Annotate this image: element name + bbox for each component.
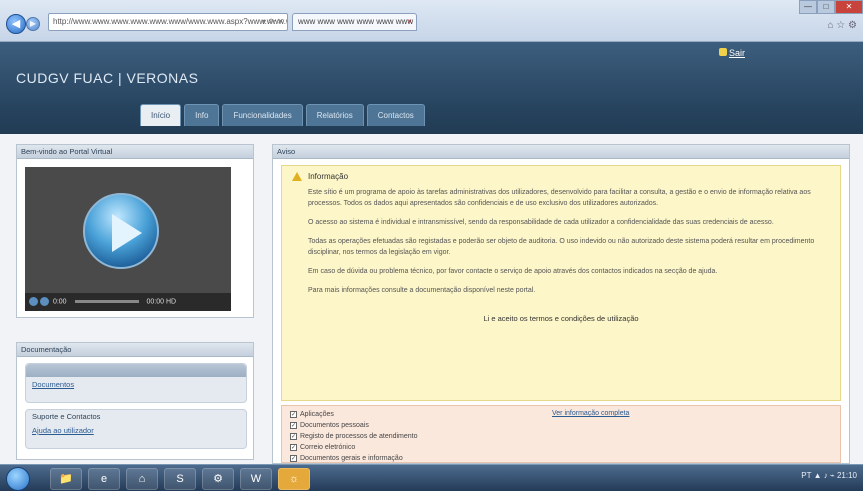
tab-close-icon[interactable]: × (407, 17, 412, 26)
video-player[interactable]: 0:00 00:00 HD (25, 167, 231, 311)
notice-panel: Aviso Informação Este sítio é um program… (272, 144, 850, 464)
notice-paragraph: Para mais informações consulte a documen… (308, 287, 536, 295)
taskbar-ie-icon[interactable]: e (88, 468, 120, 490)
option-label: Registo de processos de atendimento (300, 433, 418, 440)
tab-title: www www www www www www (298, 17, 414, 26)
taskbar-app-icon[interactable]: ⌂ (126, 468, 158, 490)
option-item[interactable]: ✓ Documentos pessoais (290, 420, 832, 431)
warning-icon (292, 172, 302, 182)
option-item[interactable]: ✓ Documentos gerais e informação (290, 453, 832, 464)
docs-group-header (26, 364, 246, 377)
pause-icon[interactable] (29, 297, 38, 306)
docs-group: Documentos (25, 363, 247, 403)
address-text: http://www.www.www.www.www.www/www.www.a… (53, 17, 288, 26)
options-box: Ver informação completa ✓ Aplicações ✓ Doc… (281, 405, 841, 463)
option-label: Documentos gerais e informação (300, 455, 403, 462)
video-panel: Bem-vindo ao Portal Virtual 0:00 00:00 H… (16, 144, 254, 318)
option-label: Documentos pessoais (300, 422, 369, 429)
taskbar: 📁 e ⌂ S ⚙ W ☼ PT ▲ ♪ ⌁ 21:10 (0, 464, 863, 491)
notice-paragraph: Em caso de dúvida ou problema técnico, p… (308, 268, 718, 276)
notice-title-text: Informação (308, 172, 349, 181)
volume-icon[interactable] (40, 297, 49, 306)
docs-panel: Documentação Documentos Suporte e Contac… (16, 342, 254, 460)
accept-terms-link[interactable]: Li e aceito os termos e condições de uti… (292, 314, 830, 323)
video-panel-title: Bem-vindo ao Portal Virtual (17, 145, 253, 159)
checkbox-icon[interactable]: ✓ (290, 410, 297, 418)
taskbar-settings-icon[interactable]: ⚙ (202, 468, 234, 490)
notice-panel-title: Aviso (273, 145, 849, 159)
minimize-button[interactable]: — (799, 0, 817, 14)
back-button[interactable]: ◀ (6, 14, 26, 34)
browser-chrome: ◀ ▶ http://www.www.www.www.www.www/www.w… (0, 0, 863, 42)
main-content: Bem-vindo ao Portal Virtual 0:00 00:00 H… (0, 134, 863, 464)
app-title: CUDGV FUAC | VERONAS (16, 70, 199, 86)
close-window-button[interactable]: ✕ (835, 0, 863, 14)
support-group-title: Suporte e Contactos (32, 412, 101, 421)
window-controls: — □ ✕ (799, 0, 863, 14)
help-link[interactable]: Ajuda ao utilizador (26, 423, 246, 438)
option-item[interactable]: ✓ Registo de processos de atendimento (290, 431, 832, 442)
support-group: Suporte e Contactos Ajuda ao utilizador (25, 409, 247, 449)
duration: 00:00 (146, 298, 165, 306)
app-header: Sair CUDGV FUAC | VERONAS Início Info Fu… (0, 42, 863, 134)
current-time: 0:00 (52, 298, 67, 306)
full-info-link[interactable]: Ver informação completa (552, 410, 629, 417)
address-actions-icon[interactable]: ▾ ⟳ ✕ (262, 17, 284, 26)
tab-info[interactable]: Info (184, 104, 220, 126)
browser-tools-icon[interactable]: ⌂ ☆ ⚙ (827, 20, 857, 31)
maximize-button[interactable]: □ (817, 0, 835, 14)
option-label: Correio eletrónico (300, 444, 356, 451)
seek-bar[interactable] (74, 300, 139, 303)
notice-box: Informação Este sítio é um programa de a… (281, 165, 841, 401)
option-label: Aplicações (300, 411, 334, 418)
documents-link[interactable]: Documentos (26, 377, 246, 392)
notice-paragraph: Este sítio é um programa de apoio às tar… (308, 189, 811, 208)
checkbox-icon[interactable]: ✓ (290, 443, 297, 451)
taskbar-skype-icon[interactable]: S (164, 468, 196, 490)
notice-paragraph: Todas as operações efetuadas são regista… (308, 238, 815, 257)
notice-paragraph: O acesso ao sistema é individual e intra… (308, 219, 774, 227)
address-bar[interactable]: http://www.www.www.www.www.www/www.www.a… (48, 13, 288, 31)
hd-toggle[interactable]: HD (166, 298, 176, 305)
tab-relatorios[interactable]: Relatórios (305, 104, 364, 126)
player-controls: 0:00 00:00 HD (25, 293, 231, 311)
checkbox-icon[interactable]: ✓ (290, 432, 297, 440)
forward-button[interactable]: ▶ (26, 17, 40, 31)
option-item[interactable]: ✓ Correio eletrónico (290, 442, 832, 453)
system-tray[interactable]: PT ▲ ♪ ⌁ 21:10 (801, 471, 857, 480)
user-icon (718, 48, 727, 56)
start-button[interactable] (6, 467, 30, 491)
taskbar-active-app-icon[interactable]: ☼ (278, 468, 310, 490)
browser-tab[interactable]: www www www www www www × (292, 13, 417, 31)
checkbox-icon[interactable]: ✓ (290, 454, 297, 462)
notice-title: Informação (292, 172, 830, 182)
tab-contactos[interactable]: Contactos (366, 104, 425, 126)
logout-label: Sair (728, 48, 745, 58)
tab-inicio[interactable]: Início (140, 104, 182, 126)
checkbox-icon[interactable]: ✓ (290, 421, 297, 429)
play-button[interactable] (83, 193, 159, 269)
tab-funcionalidades[interactable]: Funcionalidades (222, 104, 303, 126)
logout-link[interactable]: Sair (718, 48, 745, 58)
taskbar-word-icon[interactable]: W (240, 468, 272, 490)
taskbar-folder-icon[interactable]: 📁 (50, 468, 82, 490)
play-icon (112, 214, 142, 252)
main-tabs: Início Info Funcionalidades Relatórios C… (140, 104, 425, 126)
docs-panel-title: Documentação (17, 343, 253, 357)
